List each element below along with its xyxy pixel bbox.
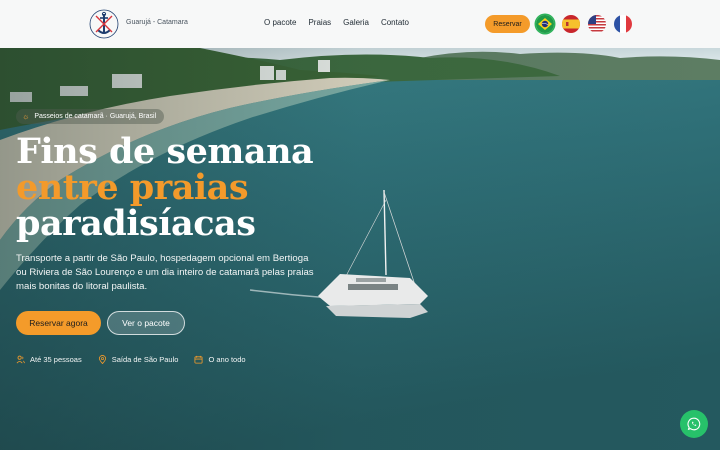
hero-tag-text: Passeios de catamarã · Guarujá, Brasil xyxy=(34,113,157,120)
hero-title-line-1: Fins de semana xyxy=(16,131,314,172)
france-flag-icon[interactable] xyxy=(614,15,632,33)
nav-link-contato[interactable]: Contato xyxy=(381,18,409,27)
fact-capacity-text: Até 35 pessoas xyxy=(30,355,82,364)
hero-facts: Até 35 pessoas Saída de São Paulo O ano … xyxy=(16,355,246,364)
fact-departure-text: Saída de São Paulo xyxy=(111,355,179,364)
whatsapp-icon xyxy=(687,417,701,431)
usa-flag-icon[interactable] xyxy=(588,15,606,33)
hero-title-line-3: paradisíacas xyxy=(16,203,256,244)
view-package-button[interactable]: Ver o pacote xyxy=(107,311,185,335)
fact-capacity: Até 35 pessoas xyxy=(16,355,82,364)
sun-icon: ☼ xyxy=(22,112,30,121)
spain-flag-icon[interactable] xyxy=(562,15,580,33)
whatsapp-chat-button[interactable] xyxy=(680,410,708,438)
main-nav: O pacote Praias Galeria Contato xyxy=(264,18,409,27)
company-logo[interactable] xyxy=(88,8,120,40)
nav-link-galeria[interactable]: Galeria xyxy=(343,18,369,27)
nav-link-o-pacote[interactable]: O pacote xyxy=(264,18,296,27)
fact-availability-text: O ano todo xyxy=(208,355,246,364)
fact-availability: O ano todo xyxy=(194,355,246,364)
brazil-flag-icon[interactable] xyxy=(536,15,554,33)
calendar-icon xyxy=(194,355,203,364)
reserve-now-button[interactable]: Reservar agora xyxy=(16,311,101,335)
hero-tag: ☼ Passeios de catamarã · Guarujá, Brasil xyxy=(16,109,165,124)
people-icon xyxy=(16,355,25,364)
reserve-button[interactable]: Reservar xyxy=(485,15,530,33)
nav-link-praias[interactable]: Praias xyxy=(308,18,331,27)
brand-tagline: Guarujá - Catamara xyxy=(126,19,188,26)
fact-departure: Saída de São Paulo xyxy=(98,355,179,364)
hero-description: Transporte a partir de São Paulo, hosped… xyxy=(16,253,314,292)
site-header: Guarujá - Catamara O pacote Praias Galer… xyxy=(0,0,720,48)
hero-title: Fins de semana entre praias paradisíacas xyxy=(16,131,314,244)
hero-title-line-2: entre praias xyxy=(16,167,249,208)
location-pin-icon xyxy=(98,355,106,364)
